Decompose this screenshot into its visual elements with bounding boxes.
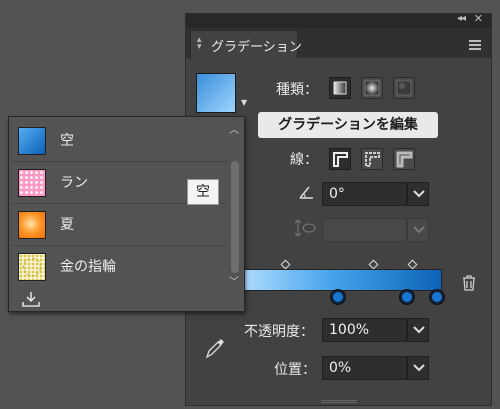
tooltip: 空 [187,179,219,205]
chevron-down-icon [413,364,425,372]
hamburger-menu-icon[interactable] [469,40,481,50]
tab-gradient[interactable]: ▴ ▾ グラデーション [190,30,302,59]
color-stop[interactable] [331,290,345,304]
color-stop[interactable] [430,290,444,304]
midpoint-diamond[interactable] [407,259,418,270]
stroke-gradient-across-button[interactable] [393,148,415,170]
chevron-up-icon[interactable]: ︿ [229,121,239,136]
presets-scrollbar[interactable]: ︿ ﹀ [229,121,241,288]
gradient-slider[interactable] [234,269,442,291]
opacity-value: 100% [329,322,370,338]
radial-gradient-button[interactable] [361,77,383,99]
preset-name: 金の指輪 [60,259,116,275]
gradient-preview-swatch[interactable] [196,73,236,113]
position-field[interactable]: 0% [322,356,407,380]
angle-dropdown[interactable] [407,182,429,206]
color-stop[interactable] [400,290,414,304]
chevron-down-icon[interactable]: ﹀ [229,273,239,288]
preset-thumbnail [18,211,46,239]
tab-gradient-label: グラデーション [211,40,302,55]
gradient-presets-popup: 空 ラン 夏 金の指輪 ︿ ﹀ [8,116,245,312]
preset-name: 夏 [60,217,74,233]
type-label: 種類： [276,82,318,98]
double-chevron-left-icon[interactable]: ◂◂ [457,13,466,24]
preset-name: 空 [60,133,74,149]
eyedropper-icon[interactable] [204,336,226,360]
stroke-along-icon [365,152,380,167]
midpoint-diamond[interactable] [368,259,379,270]
position-dropdown[interactable] [407,356,429,380]
resize-grip[interactable] [321,400,357,403]
preset-thumbnail [18,127,46,155]
preset-name: ラン [60,175,88,191]
midpoint-diamond[interactable] [280,259,291,270]
angle-field[interactable]: 0° [322,182,407,206]
stroke-within-icon [333,152,348,167]
scrollbar-thumb[interactable] [231,161,239,273]
list-item[interactable]: 金の指輪 [12,246,227,288]
angle-icon [299,186,313,199]
linear-gradient-icon [333,81,347,95]
opacity-dropdown[interactable] [407,318,429,342]
updown-arrows-icon[interactable]: ▴ ▾ [197,36,202,52]
chevron-down-icon [413,226,425,234]
chevron-down-icon [413,190,425,198]
freeform-gradient-button[interactable] [393,77,415,99]
aspect-ratio-icon [294,219,316,237]
linear-gradient-button[interactable] [329,77,351,99]
edit-gradient-button[interactable]: グラデーションを編集 [258,112,438,138]
aspect-ratio-dropdown[interactable] [407,218,429,242]
stroke-across-icon [396,151,413,168]
freeform-gradient-icon [396,80,412,96]
angle-value: 0° [329,186,345,202]
stroke-gradient-along-button[interactable] [361,148,383,170]
stroke-label: 線： [290,152,318,168]
preset-thumbnail [18,169,46,197]
import-icon[interactable] [21,291,41,307]
close-icon[interactable]: ✕ [474,12,483,25]
chevron-down-icon [413,326,425,334]
preset-thumbnail [18,253,46,281]
position-value: 0% [329,360,352,376]
panel-title-bar[interactable]: ◂◂ ✕ [186,12,491,28]
chevron-down-icon[interactable]: ▼ [241,98,247,107]
list-item[interactable]: 夏 [12,204,227,246]
radial-gradient-icon [364,80,380,96]
opacity-field[interactable]: 100% [322,318,407,342]
trash-icon[interactable] [461,274,477,292]
aspect-ratio-field[interactable] [322,218,407,242]
list-item[interactable]: 空 [12,120,227,162]
stroke-gradient-within-button[interactable] [329,148,351,170]
position-label: 位置： [274,362,316,378]
opacity-label: 不透明度： [244,324,314,340]
